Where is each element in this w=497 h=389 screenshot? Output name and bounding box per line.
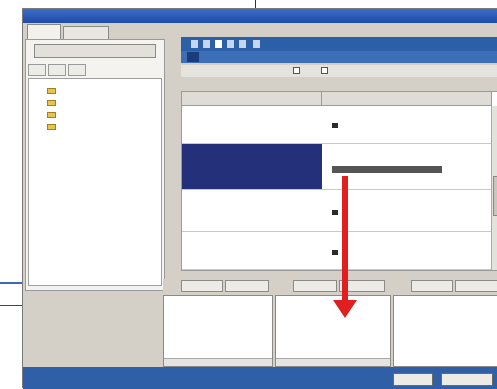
index-tab[interactable] xyxy=(259,52,271,62)
group-panel xyxy=(25,39,165,291)
ok-button[interactable] xyxy=(393,373,433,386)
add-recipient-button[interactable] xyxy=(181,280,223,292)
title-bar xyxy=(23,9,497,23)
tree-item[interactable] xyxy=(47,97,59,108)
horizontal-scrollbar[interactable] xyxy=(276,358,390,366)
add-recipient-button[interactable] xyxy=(293,280,337,292)
panel-header xyxy=(163,279,273,293)
cancel-button[interactable] xyxy=(441,373,493,386)
toolbar-icon[interactable] xyxy=(239,40,246,48)
table-row[interactable] xyxy=(182,232,497,270)
recipient-panel-cc xyxy=(275,279,391,369)
subtab-2[interactable] xyxy=(48,64,66,76)
index-tab[interactable] xyxy=(211,52,223,62)
address-book-window xyxy=(22,8,497,389)
index-tab[interactable] xyxy=(187,52,199,62)
mail-icon xyxy=(332,123,338,128)
recipient-list[interactable] xyxy=(163,295,273,367)
group-tree xyxy=(28,78,162,286)
tab-individual-settings[interactable] xyxy=(63,26,109,39)
toolbar-icon[interactable] xyxy=(227,40,234,48)
tree-item[interactable] xyxy=(47,121,59,132)
add-recipient-button[interactable] xyxy=(411,280,453,292)
index-tab[interactable] xyxy=(283,52,295,62)
table-row[interactable] xyxy=(182,190,497,232)
scroll-thumb[interactable] xyxy=(493,176,497,216)
folder-icon xyxy=(47,87,56,94)
filter-checkbox[interactable] xyxy=(321,67,328,74)
background-line xyxy=(255,0,256,8)
toolbar-icon[interactable] xyxy=(191,40,198,48)
table-row-selected[interactable] xyxy=(182,144,497,190)
index-tab[interactable] xyxy=(235,52,247,62)
filter-row xyxy=(181,65,497,77)
toolbar-icon[interactable] xyxy=(203,40,210,48)
column-header-email[interactable] xyxy=(322,92,492,106)
recipient-panel-to xyxy=(163,279,273,369)
folder-icon xyxy=(47,123,56,130)
remove-recipient-button[interactable] xyxy=(455,280,497,292)
vertical-scrollbar[interactable] xyxy=(491,106,497,270)
folder-icon xyxy=(47,99,56,106)
background-bar xyxy=(0,282,22,284)
mail-icon xyxy=(332,250,338,255)
column-header-name[interactable] xyxy=(182,92,322,106)
toolbar-icon[interactable] xyxy=(215,40,222,48)
subtab-1[interactable] xyxy=(28,64,46,76)
tree-item[interactable] xyxy=(47,109,59,120)
mail-icon xyxy=(332,210,338,215)
recipient-panel-bcc xyxy=(393,279,497,369)
index-tab[interactable] xyxy=(307,52,319,62)
toolbar-icon[interactable] xyxy=(253,40,260,48)
tree-item[interactable] xyxy=(47,85,59,96)
index-row xyxy=(181,51,497,63)
panel-header xyxy=(393,279,497,293)
filter-checkbox[interactable] xyxy=(293,67,300,74)
group-settings-button[interactable] xyxy=(34,44,156,58)
horizontal-scrollbar[interactable] xyxy=(164,358,272,366)
table-row[interactable] xyxy=(182,106,497,144)
folder-icon xyxy=(47,111,56,118)
annotation-arrow-head-icon xyxy=(333,300,357,318)
background-line xyxy=(0,305,22,306)
recipient-list[interactable] xyxy=(393,295,497,367)
contact-table xyxy=(181,91,497,271)
remove-recipient-button[interactable] xyxy=(225,280,269,292)
email-edit-field[interactable] xyxy=(332,166,442,173)
footer-bar xyxy=(23,367,497,389)
panel-header xyxy=(275,279,391,293)
annotation-arrow-shaft xyxy=(342,176,348,302)
subtab-3[interactable] xyxy=(68,64,86,76)
selection-highlight xyxy=(182,144,322,189)
toolbar xyxy=(181,37,497,51)
tab-address-list[interactable] xyxy=(27,24,61,40)
